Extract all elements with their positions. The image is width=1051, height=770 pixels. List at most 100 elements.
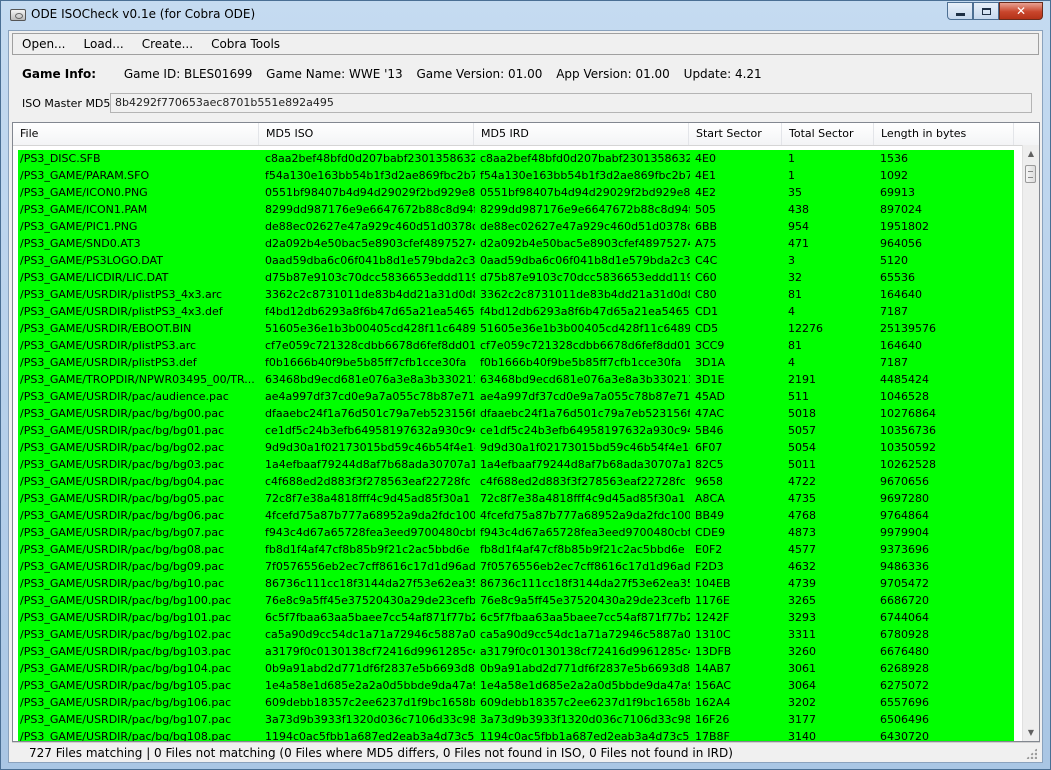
cell-md5-iso: 9d9d30a1f02173015bd59c46b54f4e14 — [265, 441, 475, 454]
app-version: App Version: 01.00 — [556, 67, 670, 81]
cell-md5-ird: a3179f0c0130138cf72416d9961285c4 — [480, 645, 690, 658]
table-row[interactable]: /PS3_GAME/USRDIR/pac/bg/bg105.pac 1e4a58e… — [18, 677, 1014, 694]
table-row[interactable]: /PS3_GAME/USRDIR/pac/bg/bg03.pac 1a4efbaa… — [18, 456, 1014, 473]
table-row[interactable]: /PS3_GAME/USRDIR/pac/bg/bg106.pac 609debb… — [18, 694, 1014, 711]
table-row[interactable]: /PS3_GAME/ICON1.PAM 8299dd987176e9e664767… — [18, 201, 1014, 218]
cell-md5-iso: 63468bd9ecd681e076a3e8a3b3302119 — [265, 373, 475, 386]
table-row[interactable]: /PS3_GAME/ICON0.PNG 0551bf98407b4d94d2902… — [18, 184, 1014, 201]
cell-md5-iso: 3a73d9b3933f1320d036c7106d33c984 — [265, 713, 475, 726]
cell-length: 69913 — [880, 186, 915, 199]
cell-md5-iso: ce1df5c24b3efb64958197632a930c94 — [265, 424, 475, 437]
cell-start-sector: 3CC9 — [695, 339, 725, 352]
table-row[interactable]: /PS3_GAME/TROPDIR/NPWR03495_00/TR... 6346… — [18, 371, 1014, 388]
table-row[interactable]: /PS3_GAME/USRDIR/pac/bg/bg101.pac 6c5f7fb… — [18, 609, 1014, 626]
table-row[interactable]: /PS3_GAME/PS3LOGO.DAT 0aad59dba6c06f041b8… — [18, 252, 1014, 269]
cell-md5-ird: fb8d1f4af47cf8b85b9f21c2ac5bbd6e — [480, 543, 685, 556]
table-row[interactable]: /PS3_GAME/USRDIR/pac/bg/bg10.pac 86736c11… — [18, 575, 1014, 592]
cell-md5-ird: ae4a997df37cd0e9a7a055c78b87e718 — [480, 390, 690, 403]
cell-start-sector: 17B8F — [695, 730, 730, 742]
table-row[interactable]: /PS3_GAME/USRDIR/plistPS3_4x3.arc 3362c2c… — [18, 286, 1014, 303]
cell-length: 9764864 — [880, 509, 929, 522]
vertical-scrollbar[interactable]: ▲ ▼ — [1022, 145, 1039, 741]
table-row[interactable]: /PS3_GAME/USRDIR/pac/bg/bg05.pac 72c8f7e3… — [18, 490, 1014, 507]
cell-start-sector: 3D1A — [695, 356, 725, 369]
window-title: ODE ISOCheck v0.1e (for Cobra ODE) — [31, 7, 256, 21]
table-row[interactable]: /PS3_GAME/USRDIR/pac/bg/bg07.pac f943c4d6… — [18, 524, 1014, 541]
column-md5-ird[interactable]: MD5 IRD — [474, 123, 689, 145]
column-file[interactable]: File — [13, 123, 259, 145]
table-row[interactable]: /PS3_GAME/USRDIR/pac/bg/bg108.pac 1194c0a… — [18, 728, 1014, 742]
cell-start-sector: 47AC — [695, 407, 725, 420]
cell-md5-iso: c4f688ed2d883f3f278563eaf22728fc — [265, 475, 471, 488]
maximize-button[interactable] — [973, 2, 999, 20]
cell-length: 1536 — [880, 152, 908, 165]
table-row[interactable]: /PS3_GAME/PIC1.PNG de88ec02627e47a929c460… — [18, 218, 1014, 235]
column-md5-iso[interactable]: MD5 ISO — [259, 123, 474, 145]
menu-load[interactable]: Load... — [75, 34, 133, 54]
cell-start-sector: 156AC — [695, 679, 732, 692]
table-row[interactable]: /PS3_GAME/PARAM.SFO f54a130e163bb54b1f3d2… — [18, 167, 1014, 184]
table-row[interactable]: /PS3_GAME/USRDIR/pac/audience.pac ae4a997… — [18, 388, 1014, 405]
game-version: Game Version: 01.00 — [416, 67, 543, 81]
cell-md5-ird: dfaaebc24f1a76d501c79a7eb523156f — [480, 407, 690, 420]
cell-start-sector: 16F26 — [695, 713, 730, 726]
table-row[interactable]: /PS3_GAME/USRDIR/pac/bg/bg02.pac 9d9d30a1… — [18, 439, 1014, 456]
table-row[interactable]: /PS3_GAME/USRDIR/pac/bg/bg107.pac 3a73d9b… — [18, 711, 1014, 728]
file-list[interactable]: File MD5 ISO MD5 IRD Start Sector Total … — [12, 122, 1040, 742]
cell-file: /PS3_GAME/SND0.AT3 — [20, 237, 141, 250]
table-row[interactable]: /PS3_GAME/USRDIR/plistPS3.def f0b1666b40f… — [18, 354, 1014, 371]
close-button[interactable]: ✕ — [999, 2, 1043, 20]
table-row[interactable]: /PS3_GAME/LICDIR/LIC.DAT d75b87e9103c70dc… — [18, 269, 1014, 286]
column-start-sector[interactable]: Start Sector — [689, 123, 782, 145]
menu-open[interactable]: Open... — [13, 34, 75, 54]
cell-total-sector: 511 — [788, 390, 809, 403]
table-row[interactable]: /PS3_GAME/USRDIR/pac/bg/bg08.pac fb8d1f4a… — [18, 541, 1014, 558]
cell-file: /PS3_DISC.SFB — [20, 152, 101, 165]
cell-md5-iso: 4fcefd75a87b777a68952a9da2fdc100 — [265, 509, 475, 522]
menu-create[interactable]: Create... — [133, 34, 202, 54]
table-row[interactable]: /PS3_GAME/USRDIR/pac/bg/bg00.pac dfaaebc2… — [18, 405, 1014, 422]
cell-md5-ird: 1e4a58e1d685e2a2a0d5bbde9da47a9a — [480, 679, 690, 692]
window-controls: ✕ — [947, 2, 1043, 21]
menu-bar: Open... Load... Create... Cobra Tools — [12, 33, 1039, 55]
table-row[interactable]: /PS3_GAME/SND0.AT3 d2a092b4e50bac5e8903cf… — [18, 235, 1014, 252]
iso-master-md5-field[interactable]: 8b4292f770653aec8701b551e892a495 — [110, 93, 1032, 113]
table-row[interactable]: /PS3_GAME/USRDIR/pac/bg/bg06.pac 4fcefd75… — [18, 507, 1014, 524]
cell-total-sector: 5018 — [788, 407, 816, 420]
resize-grip-icon[interactable] — [1026, 748, 1037, 759]
cell-start-sector: 1310C — [695, 628, 731, 641]
cell-total-sector: 4739 — [788, 577, 816, 590]
status-bar: 727 Files matching | 0 Files not matchin… — [12, 742, 1040, 762]
cell-total-sector: 5057 — [788, 424, 816, 437]
scroll-thumb[interactable] — [1025, 165, 1036, 183]
table-row[interactable]: /PS3_GAME/USRDIR/EBOOT.BIN 51605e36e1b3b0… — [18, 320, 1014, 337]
cell-total-sector: 35 — [788, 186, 802, 199]
cell-total-sector: 3265 — [788, 594, 816, 607]
cell-md5-iso: dfaaebc24f1a76d501c79a7eb523156f — [265, 407, 475, 420]
cell-md5-iso: 0551bf98407b4d94d29029f2bd929e85 — [265, 186, 475, 199]
scroll-down-arrow-icon[interactable]: ▼ — [1023, 724, 1039, 741]
table-row[interactable]: /PS3_GAME/USRDIR/pac/bg/bg100.pac 76e8c9a… — [18, 592, 1014, 609]
column-length-bytes[interactable]: Length in bytes — [874, 123, 1014, 145]
title-bar[interactable]: ODE ISOCheck v0.1e (for Cobra ODE) ✕ — [1, 1, 1050, 29]
cell-total-sector: 471 — [788, 237, 809, 250]
table-row[interactable]: /PS3_GAME/USRDIR/plistPS3_4x3.def f4bd12d… — [18, 303, 1014, 320]
menu-cobra-tools[interactable]: Cobra Tools — [202, 34, 289, 54]
minimize-button[interactable] — [947, 2, 973, 20]
table-row[interactable]: /PS3_DISC.SFB c8aa2bef48bfd0d207babf23013… — [18, 150, 1014, 167]
cell-md5-ird: de88ec02627e47a929c460d51d0378df — [480, 220, 690, 233]
table-row[interactable]: /PS3_GAME/USRDIR/pac/bg/bg104.pac 0b9a91a… — [18, 660, 1014, 677]
table-row[interactable]: /PS3_GAME/USRDIR/pac/bg/bg09.pac 7f057655… — [18, 558, 1014, 575]
table-row[interactable]: /PS3_GAME/USRDIR/pac/bg/bg04.pac c4f688ed… — [18, 473, 1014, 490]
table-row[interactable]: /PS3_GAME/USRDIR/pac/bg/bg01.pac ce1df5c2… — [18, 422, 1014, 439]
cell-start-sector: 6BB — [695, 220, 718, 233]
table-row[interactable]: /PS3_GAME/USRDIR/pac/bg/bg103.pac a3179f0… — [18, 643, 1014, 660]
scroll-up-arrow-icon[interactable]: ▲ — [1023, 145, 1039, 162]
cell-length: 5120 — [880, 254, 908, 267]
table-row[interactable]: /PS3_GAME/USRDIR/pac/bg/bg102.pac ca5a90d… — [18, 626, 1014, 643]
cell-md5-ird: 3362c2c8731011de83b4dd21a31d0d80 — [480, 288, 690, 301]
cell-md5-ird: 7f0576556eb2ec7cff8616c17d1d96ad — [480, 560, 690, 573]
cell-md5-ird: 0551bf98407b4d94d29029f2bd929e85 — [480, 186, 690, 199]
column-total-sector[interactable]: Total Sector — [782, 123, 874, 145]
table-row[interactable]: /PS3_GAME/USRDIR/plistPS3.arc cf7e059c721… — [18, 337, 1014, 354]
